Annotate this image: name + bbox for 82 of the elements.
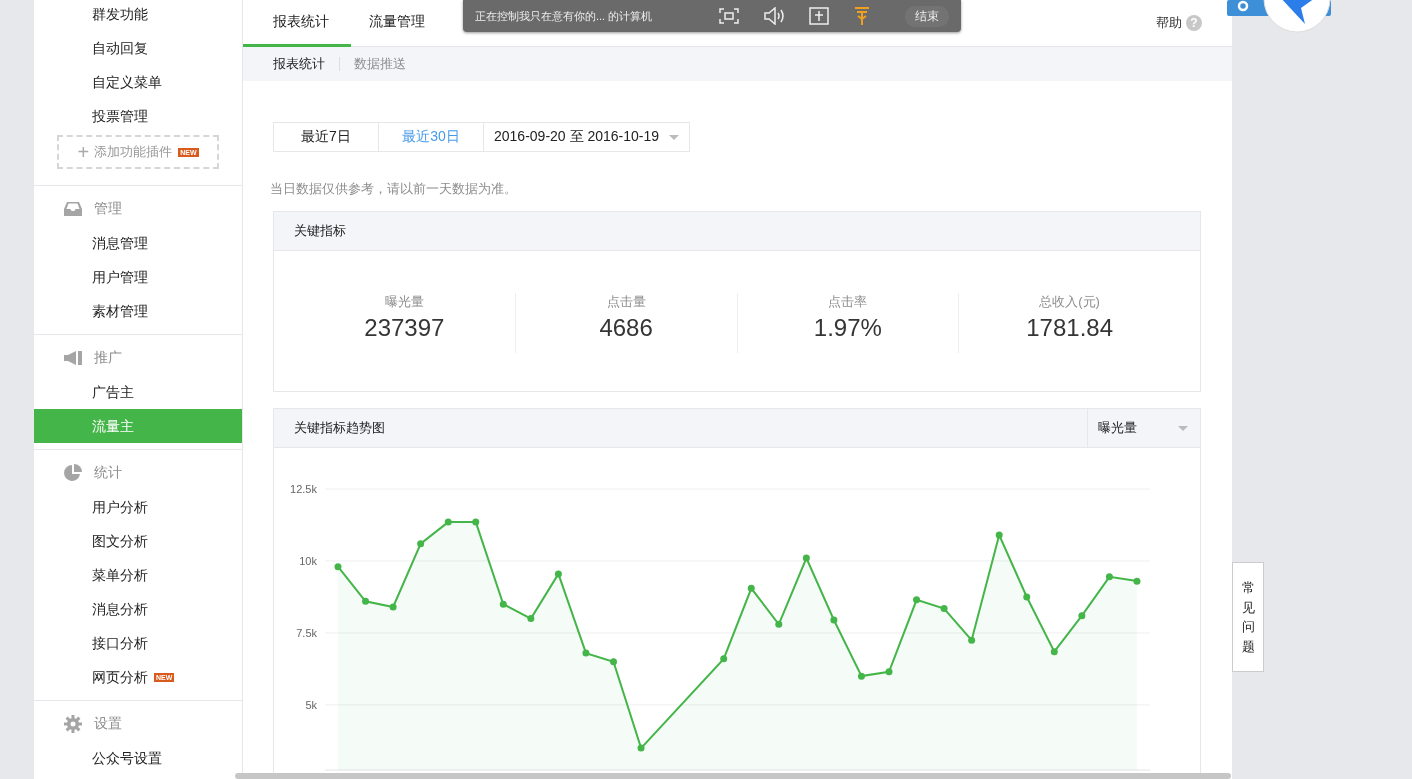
data-point — [720, 655, 728, 663]
sidebar-item[interactable]: 公众号设置 — [34, 741, 242, 775]
data-point — [610, 658, 617, 666]
plus-box-icon[interactable] — [809, 7, 829, 25]
sidebar-item[interactable]: 自动回复 — [34, 31, 242, 65]
sidebar-item[interactable]: 用户管理 — [34, 260, 242, 294]
sidebar-item[interactable]: 接口分析 — [34, 626, 242, 660]
metric-label: 总收入(元) — [1039, 293, 1100, 311]
sidebar-item[interactable]: 用户分析 — [34, 490, 242, 524]
metric-value: 4686 — [599, 314, 653, 342]
sidebar-item[interactable]: 素材管理 — [34, 294, 242, 328]
metric-dropdown[interactable]: 曝光量 — [1087, 409, 1200, 447]
data-point — [747, 584, 755, 592]
data-point — [554, 570, 562, 578]
sidebar-item[interactable]: 广告主 — [34, 375, 242, 409]
metric-label: 点击率 — [828, 293, 868, 311]
help-link[interactable]: 帮助 — [1156, 14, 1182, 32]
date-range-dropdown[interactable]: 2016-09-20 至 2016-10-19 — [484, 122, 690, 152]
data-point — [1050, 648, 1058, 656]
sidebar-item[interactable]: 自定义菜单 — [34, 65, 242, 99]
axis-tick-label: 5k — [305, 698, 317, 711]
data-point — [775, 620, 783, 628]
data-point — [995, 531, 1003, 539]
data-point — [968, 636, 976, 644]
caret-icon — [1178, 425, 1188, 431]
axis-tick-label: 10k — [299, 555, 317, 567]
pie-chart-icon — [64, 464, 82, 482]
speaker-icon[interactable] — [763, 7, 785, 25]
axis-tick-label: 7.5k — [296, 626, 317, 639]
sidebar-item[interactable]: 消息管理 — [34, 226, 242, 260]
data-point — [637, 744, 645, 752]
data-point — [913, 596, 921, 604]
data-point — [444, 518, 452, 526]
sidebar-item[interactable]: 群发功能 — [34, 0, 242, 31]
floating-app-icon[interactable] — [1227, 0, 1333, 36]
inbox-icon — [64, 202, 82, 216]
data-point — [1133, 577, 1141, 585]
section-title: 设置 — [94, 715, 122, 733]
data-point — [830, 616, 838, 624]
pin-icon[interactable] — [853, 6, 871, 26]
section-title: 统计 — [94, 464, 122, 482]
end-button[interactable]: 结束 — [905, 5, 949, 27]
metric-label: 曝光量 — [384, 293, 424, 311]
metric-label: 点击量 — [606, 293, 646, 311]
data-point — [389, 603, 397, 611]
section-title: 管理 — [94, 200, 122, 218]
sidebar-item[interactable]: 消息分析 — [34, 592, 242, 626]
data-point — [499, 600, 507, 608]
date-preset-button[interactable]: 最近7日 — [273, 122, 379, 152]
data-point — [1105, 573, 1113, 581]
data-point — [802, 554, 810, 562]
tab[interactable]: 流量管理 — [351, 0, 447, 47]
data-point — [1023, 593, 1031, 601]
card-title: 关键指标趋势图 — [293, 419, 385, 437]
sidebar-item[interactable]: 投票管理 — [34, 99, 242, 133]
card-title: 关键指标 — [293, 222, 346, 240]
sidebar-item[interactable]: 图文分析 — [34, 524, 242, 558]
data-point — [885, 668, 893, 676]
data-point — [334, 563, 342, 571]
toolbar-message: 正在控制我只在意有你的... 的计算机 — [475, 8, 654, 24]
sidebar-item[interactable]: 菜单分析 — [34, 558, 242, 592]
data-point — [940, 605, 948, 612]
metric-value: 1781.84 — [1026, 314, 1113, 342]
faq-tab[interactable]: 常见问题 — [1232, 562, 1264, 672]
caret-icon — [669, 134, 679, 140]
data-point — [417, 540, 425, 548]
settings-icon — [64, 715, 82, 733]
data-point — [857, 672, 865, 680]
data-point — [1078, 612, 1086, 620]
notice-text: 当日数据仅供参考，请以前一天数据为准。 — [270, 180, 518, 198]
data-point — [582, 649, 590, 657]
metric-value: 1.97% — [813, 314, 882, 342]
subtab[interactable]: 报表统计 — [273, 55, 325, 73]
data-point — [362, 597, 370, 605]
section-title: 推广 — [94, 349, 122, 367]
data-point — [527, 615, 535, 623]
fullscreen-icon[interactable] — [719, 8, 739, 24]
scrollbar-thumb[interactable] — [235, 773, 1231, 779]
megaphone-icon — [64, 351, 82, 365]
data-point — [472, 518, 480, 526]
metric-value: 237397 — [364, 314, 445, 342]
axis-tick-label: 12.5k — [290, 483, 317, 495]
